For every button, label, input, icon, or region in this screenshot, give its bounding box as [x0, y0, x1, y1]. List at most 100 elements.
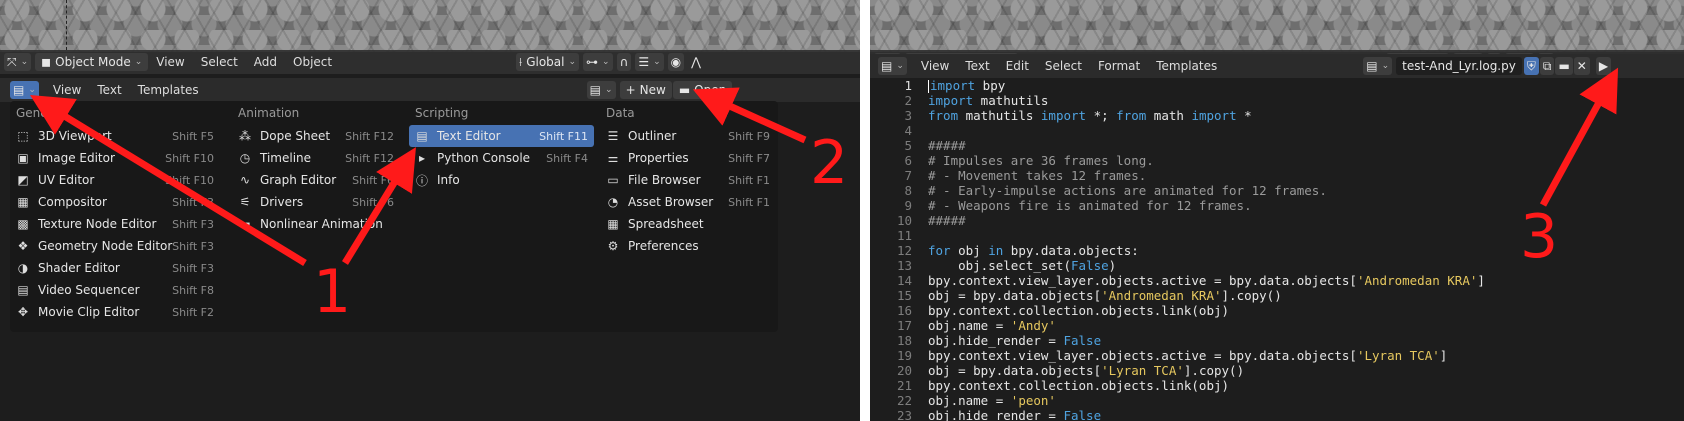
menu-text[interactable]: Text	[957, 59, 997, 73]
menu-item[interactable]: ▭ File Browser Shift F1	[600, 169, 776, 191]
text-editor-icon: ▤	[881, 59, 893, 73]
line-number: 21	[896, 378, 912, 393]
video-sequencer-icon: ▤	[17, 283, 29, 297]
menu-item[interactable]: ⚌ Properties Shift F7	[600, 147, 776, 169]
menu-item[interactable]: ⓘ Info	[409, 169, 594, 191]
code-line: 20 obj = bpy.data.objects['Lyran TCA'].co…	[870, 363, 1684, 378]
menu-item[interactable]: ▣ Image Editor Shift F10	[10, 147, 220, 169]
code-line: 19 bpy.context.view_layer.objects.active …	[870, 348, 1684, 363]
line-number: 22	[896, 393, 912, 408]
menu-item[interactable]: ▸ Python Console Shift F4	[409, 147, 594, 169]
menu-item[interactable]: ✥ Movie Clip Editor Shift F2	[10, 301, 220, 323]
menu-item[interactable]: ▦ Compositor Shift F3	[10, 191, 220, 213]
mode-selector[interactable]: ◼Object Mode⌄	[35, 53, 149, 71]
graph-editor-icon: ∿	[239, 173, 251, 187]
menu-item[interactable]: ◩ UV Editor Shift F10	[10, 169, 220, 191]
menu-item[interactable]: ▦ Spreadsheet	[600, 213, 776, 235]
line-text: # Impulses are 36 frames long.	[928, 153, 1154, 168]
menu-item-shortcut: Shift F10	[165, 151, 214, 165]
line-number: 19	[896, 348, 912, 363]
menu-format[interactable]: Format	[1090, 59, 1148, 73]
orientation-selector[interactable]: ⟊Global⌄	[516, 53, 580, 71]
menu-item[interactable]: ◷ Timeline Shift F12	[232, 147, 400, 169]
unlink-text-button[interactable]: ✕	[1573, 57, 1590, 75]
falloff-button[interactable]: ⋀	[688, 53, 704, 71]
snap-target-button[interactable]: ☰⌄	[635, 53, 664, 71]
code-editor[interactable]: 1 import bpy 2 import mathutils 3 from mathut…	[870, 78, 1684, 421]
menu-object[interactable]: Object	[285, 55, 340, 69]
editor-type-button[interactable]: ▤ ⌄	[878, 57, 907, 75]
menu-item[interactable]: ▬ Nonlinear Animation	[232, 213, 400, 235]
menu-item[interactable]: ▤ Text Editor Shift F11	[409, 125, 594, 147]
menu-item[interactable]: ◑ Shader Editor Shift F3	[10, 257, 220, 279]
viewport-background	[870, 0, 1684, 52]
menu-item-label: Preferences	[628, 239, 699, 253]
snap-button[interactable]: ⊶⌄	[583, 53, 613, 71]
line-number: 13	[896, 258, 912, 273]
menu-column-3: Data ☰ Outliner Shift F9 ⚌ Properties Shift F7…	[600, 101, 776, 257]
menu-item[interactable]: ∿ Graph Editor Shift F6	[232, 169, 400, 191]
chevron-down-icon: ⌄	[653, 57, 661, 67]
menu-column-title: Scripting	[415, 106, 469, 120]
code-token: bpy	[975, 78, 1006, 93]
menu-text[interactable]: Text	[89, 83, 129, 97]
menu-item[interactable]: ❖ Geometry Node Editor Shift F3	[10, 235, 220, 257]
code-line: 7 # - Movement takes 12 frames.	[870, 168, 1684, 183]
menu-item-label: Info	[437, 173, 460, 187]
code-token: in	[988, 243, 1004, 258]
code-token: obj.hide_render =	[928, 333, 1064, 348]
snapping-toggle[interactable]: ∩	[616, 53, 632, 71]
menu-item[interactable]: ▩ Texture Node Editor Shift F3	[10, 213, 220, 235]
proportional-edit-toggle[interactable]: ◉	[667, 53, 685, 71]
menu-templates[interactable]: Templates	[130, 83, 207, 97]
menu-item[interactable]: ⬚ 3D Viewport Shift F5	[10, 125, 220, 147]
line-number: 12	[896, 243, 912, 258]
open-text-button[interactable]: ▬ Open	[672, 81, 733, 99]
menu-select[interactable]: Select	[1037, 59, 1090, 73]
editor-type-button[interactable]: ▤ ⌄	[10, 81, 39, 99]
menu-view[interactable]: View	[148, 55, 192, 69]
menu-view[interactable]: View	[913, 59, 957, 73]
menu-view[interactable]: View	[45, 83, 89, 97]
code-token: False	[1063, 408, 1102, 421]
duplicate-text-button[interactable]: ⧉	[1539, 57, 1555, 75]
menu-item-label: Text Editor	[437, 129, 501, 143]
menu-item-label: Nonlinear Animation	[260, 217, 383, 231]
menu-item[interactable]: ⚟ Drivers Shift F6	[232, 191, 400, 213]
code-line: 2 import mathutils	[870, 93, 1684, 108]
menu-item-label: Drivers	[260, 195, 304, 209]
text-browse-button[interactable]: ▤ ⌄	[586, 81, 616, 99]
menu-item-shortcut: Shift F7	[728, 151, 770, 165]
menu-item-shortcut: Shift F6	[352, 195, 394, 209]
menu-item[interactable]: ☰ Outliner Shift F9	[600, 125, 776, 147]
transform-pivot-button[interactable]: ⤧⌄	[4, 53, 32, 71]
code-token: bpy.context.collection.objects.link(obj)	[928, 378, 1230, 393]
filename-field[interactable]: test-And_Lyr.log.py	[1396, 57, 1522, 75]
dope-sheet-icon: ⁂	[239, 129, 251, 143]
menu-item[interactable]: ▤ Video Sequencer Shift F8	[10, 279, 220, 301]
fake-user-toggle[interactable]: ⛨	[1523, 57, 1539, 75]
line-text: obj = bpy.data.objects['Lyran TCA'].copy…	[928, 363, 1244, 378]
menu-select[interactable]: Select	[193, 55, 246, 69]
menu-edit[interactable]: Edit	[998, 59, 1037, 73]
line-number: 5	[904, 138, 912, 153]
menu-add[interactable]: Add	[246, 55, 285, 69]
line-text: import mathutils	[928, 93, 1048, 108]
menu-templates[interactable]: Templates	[1148, 59, 1225, 73]
run-script-button[interactable]: ▶	[1595, 57, 1612, 75]
menu-item-shortcut: Shift F5	[172, 129, 214, 143]
open-text-button[interactable]: ▬	[1555, 57, 1573, 75]
text-browse-button[interactable]: ▤ ⌄	[1363, 57, 1393, 75]
code-token: ].copy()	[1221, 288, 1282, 303]
chevron-down-icon: ⌄	[896, 61, 904, 71]
spreadsheet-icon: ▦	[607, 217, 619, 231]
new-text-button[interactable]: + New	[619, 81, 672, 99]
line-number: 7	[904, 168, 912, 183]
code-token: mathutils	[973, 93, 1049, 108]
menu-item[interactable]: ◔ Asset Browser Shift F1	[600, 191, 776, 213]
code-token: # - Early-impulse actions are animated f…	[928, 183, 1327, 198]
line-text: obj.select_set(False)	[928, 258, 1116, 273]
menu-item[interactable]: ⁂ Dope Sheet Shift F12	[232, 125, 400, 147]
menu-item[interactable]: ⚙ Preferences	[600, 235, 776, 257]
drivers-icon: ⚟	[239, 195, 251, 209]
